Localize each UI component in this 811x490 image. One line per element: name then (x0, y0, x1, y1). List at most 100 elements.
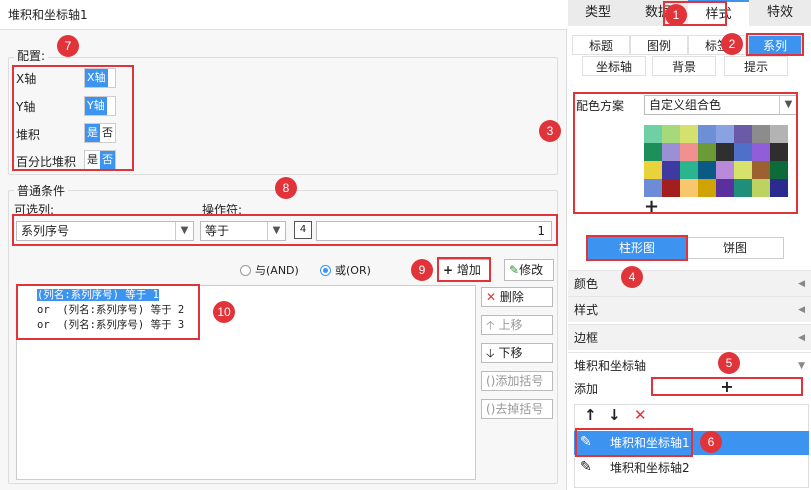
color-swatch[interactable] (752, 143, 770, 161)
tab-effects[interactable]: 特效 (749, 0, 811, 26)
tab-type[interactable]: 类型 (568, 0, 628, 26)
subtab-tooltip[interactable]: 提示 (724, 56, 788, 76)
subtab-legend[interactable]: 图例 (630, 35, 688, 55)
column-select[interactable]: 系列序号 ▼ (16, 221, 194, 241)
operator-label: 操作符: (202, 203, 243, 217)
color-swatch[interactable] (770, 143, 788, 161)
color-swatch[interactable] (680, 143, 698, 161)
color-swatch[interactable] (734, 161, 752, 179)
arrow-down-icon[interactable]: ↓ (608, 406, 621, 424)
condition-list[interactable]: (列名:系列序号) 等于 1 or (列名:系列序号) 等于 2 or (列名:… (16, 285, 476, 480)
or-radio-label: 或(OR) (335, 264, 371, 277)
or-radio[interactable]: 或(OR) (320, 262, 371, 278)
color-swatch[interactable] (680, 125, 698, 143)
color-swatch[interactable] (734, 125, 752, 143)
stack-no-option[interactable]: 否 (100, 124, 115, 142)
modify-button[interactable]: ✎修改 (504, 259, 554, 281)
stack-toggle[interactable]: 是否 (84, 123, 116, 143)
delete-icon[interactable]: ✕ (634, 406, 647, 424)
tab-style[interactable]: 样式 (688, 0, 749, 26)
percent-stack-no-option[interactable]: 否 (100, 151, 115, 169)
remove-bracket-button[interactable]: ()去掉括号 (481, 399, 553, 419)
chevron-left-icon: ◀ (798, 305, 805, 315)
add-stack-axis-button[interactable]: + (652, 379, 802, 395)
subtab-background[interactable]: 背景 (652, 56, 716, 76)
color-swatch[interactable] (680, 161, 698, 179)
color-swatch[interactable] (662, 125, 680, 143)
arrow-up-icon[interactable]: ↑ (584, 406, 597, 424)
color-swatch[interactable] (770, 179, 788, 197)
color-swatch[interactable] (752, 161, 770, 179)
list-item[interactable]: or (列名:系列序号) 等于 3 (17, 318, 475, 333)
color-swatch[interactable] (716, 161, 734, 179)
color-swatch[interactable] (734, 143, 752, 161)
color-swatch[interactable] (716, 179, 734, 197)
subtab-axis[interactable]: 坐标轴 (582, 56, 646, 76)
color-swatch[interactable] (698, 179, 716, 197)
color-palette[interactable] (644, 125, 788, 197)
annotation-badge: 5 (718, 352, 740, 374)
stack-yes-option[interactable]: 是 (85, 124, 100, 142)
annotation-badge: 9 (411, 259, 433, 281)
subtab-series[interactable]: 系列 (748, 35, 802, 55)
color-swatch[interactable] (734, 179, 752, 197)
chevron-down-icon: ▼ (175, 222, 193, 240)
bar-chart-button[interactable]: 柱形图 (588, 237, 686, 259)
color-swatch[interactable] (644, 161, 662, 179)
list-item-label: 堆积和坐标轴2 (610, 461, 690, 475)
x-axis-option[interactable]: X轴 (85, 69, 108, 87)
color-swatch[interactable] (716, 125, 734, 143)
value-input[interactable]: 1 (316, 221, 552, 241)
color-swatch[interactable] (716, 143, 734, 161)
pie-chart-button[interactable]: 饼图 (686, 237, 784, 259)
color-swatch[interactable] (680, 179, 698, 197)
color-swatch[interactable] (662, 161, 680, 179)
percent-stack-toggle[interactable]: 是否 (84, 150, 116, 170)
y-axis-toggle[interactable]: Y轴 (84, 96, 116, 116)
move-up-button[interactable]: 🡡 上移 (481, 315, 553, 335)
add-bracket-button[interactable]: ()添加括号 (481, 371, 553, 391)
column-select-value: 系列序号 (21, 224, 70, 238)
list-item[interactable]: 堆积和坐标轴1 (574, 431, 809, 455)
bracket-remove-icon: () (486, 402, 496, 416)
color-swatch[interactable] (644, 143, 662, 161)
section-color-label: 颜色 (574, 277, 599, 291)
color-swatch[interactable] (770, 125, 788, 143)
operator-select-value: 等于 (205, 224, 230, 238)
percent-stack-yes-option[interactable]: 是 (85, 151, 100, 169)
value-type-button[interactable]: 4 (294, 221, 312, 239)
color-swatch[interactable] (698, 161, 716, 179)
y-axis-option[interactable]: Y轴 (85, 97, 107, 115)
section-color[interactable]: 颜色 ◀ (568, 270, 811, 296)
operator-select[interactable]: 等于 ▼ (200, 221, 286, 241)
add-color-button[interactable]: + (644, 198, 659, 216)
section-border[interactable]: 边框 ◀ (568, 324, 811, 350)
edit-icon[interactable]: ✎ (580, 459, 600, 477)
color-swatch[interactable] (752, 179, 770, 197)
annotation-badge: 8 (275, 177, 297, 199)
move-down-button[interactable]: 🡣 下移 (481, 343, 553, 363)
color-swatch[interactable] (770, 161, 788, 179)
subtab-title[interactable]: 标题 (572, 35, 630, 55)
add-condition-button[interactable]: + 增加 (438, 259, 490, 281)
color-swatch[interactable] (698, 125, 716, 143)
x-axis-toggle[interactable]: X轴 (84, 68, 116, 88)
list-item[interactable]: (列名:系列序号) 等于 1 (17, 288, 475, 303)
section-style[interactable]: 样式 ◀ (568, 296, 811, 322)
edit-icon[interactable]: ✎ (580, 434, 600, 452)
color-swatch[interactable] (644, 125, 662, 143)
chevron-down-icon: ▼ (779, 96, 797, 114)
color-swatch[interactable] (752, 125, 770, 143)
section-border-label: 边框 (574, 331, 599, 345)
list-item[interactable]: or (列名:系列序号) 等于 2 (17, 303, 475, 318)
delete-button[interactable]: ✕ 删除 (481, 287, 553, 307)
color-swatch[interactable] (644, 179, 662, 197)
color-swatch[interactable] (662, 143, 680, 161)
list-item[interactable]: 堆积和坐标轴2 (574, 456, 809, 480)
section-stack-axis[interactable]: 堆积和坐标轴 ▼ (568, 352, 811, 378)
and-radio[interactable]: 与(AND) (240, 262, 299, 278)
color-scheme-select[interactable]: 自定义组合色 ▼ (644, 95, 798, 115)
chevron-down-icon: ▼ (798, 361, 805, 371)
color-swatch[interactable] (662, 179, 680, 197)
color-swatch[interactable] (698, 143, 716, 161)
